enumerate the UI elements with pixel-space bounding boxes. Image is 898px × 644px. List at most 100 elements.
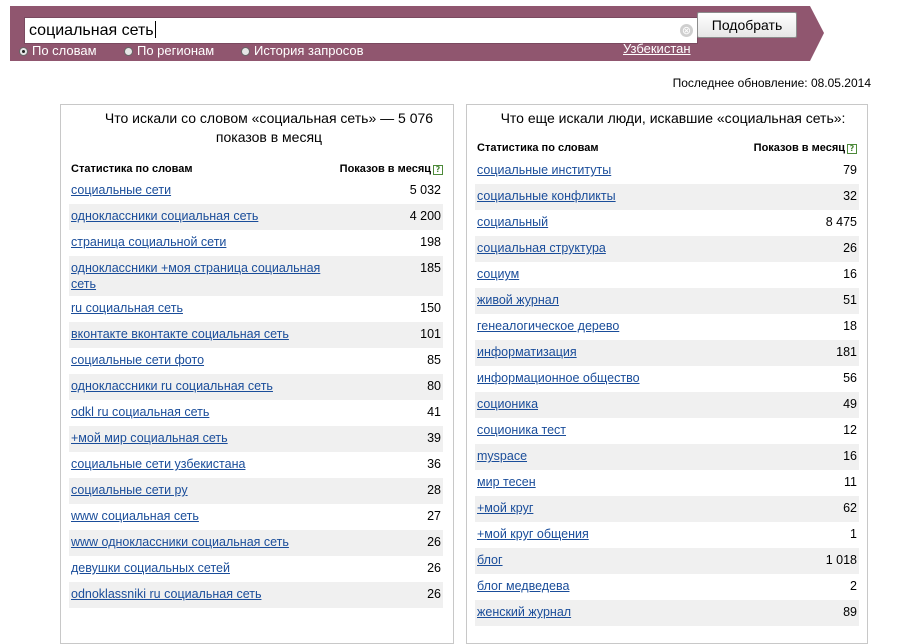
phrase-link[interactable]: блог	[477, 553, 503, 567]
impressions-count: 56	[843, 371, 857, 385]
text-caret	[154, 21, 156, 38]
radio-query-history[interactable]: История запросов	[241, 43, 364, 58]
table-row: www социальная сеть 27	[69, 504, 443, 530]
related-queries-table: социальные институты 79 социальные конфлик…	[475, 158, 859, 626]
impressions-count: 51	[843, 293, 857, 307]
phrase-link[interactable]: одноклассники ru социальная сеть	[71, 379, 273, 393]
submit-button[interactable]: Подобрать	[697, 12, 797, 38]
table-row: генеалогическое дерево 18	[475, 314, 859, 340]
phrase-link[interactable]: социальные сети	[71, 183, 171, 197]
phrase-link[interactable]: социальные институты	[477, 163, 611, 177]
phrase-link[interactable]: одноклассники +моя страница социальная с…	[71, 260, 341, 292]
impressions-count: 89	[843, 605, 857, 619]
impressions-count: 26	[427, 535, 441, 549]
impressions-count: 85	[427, 353, 441, 367]
table-row: соционика 49	[475, 392, 859, 418]
phrase-link[interactable]: соционика тест	[477, 423, 566, 437]
impressions-count: 16	[843, 449, 857, 463]
phrase-link[interactable]: +мой круг общения	[477, 527, 589, 541]
table-row: +мой круг общения 1	[475, 522, 859, 548]
last-update: Последнее обновление: 08.05.2014	[672, 76, 871, 90]
impressions-count: 26	[427, 561, 441, 575]
region-link[interactable]: Узбекистан	[623, 41, 691, 56]
phrase-link[interactable]: блог медведева	[477, 579, 569, 593]
impressions-count: 62	[843, 501, 857, 515]
radio-by-words[interactable]: По словам	[19, 43, 97, 58]
phrase-link[interactable]: odkl ru социальная сеть	[71, 405, 209, 419]
phrase-link[interactable]: www одноклассники социальная сеть	[71, 535, 289, 549]
impressions-count: 198	[420, 235, 441, 249]
radio-by-regions[interactable]: По регионам	[124, 43, 214, 58]
impressions-count: 18	[843, 319, 857, 333]
phrase-link[interactable]: генеалогическое дерево	[477, 319, 619, 333]
table-row: социальные сети 5 032	[69, 178, 443, 204]
panel-word-stats: Что искали со словом «социальная сеть» —…	[60, 104, 454, 644]
table-row: www одноклассники социальная сеть 26	[69, 530, 443, 556]
panel-title: Что искали со словом «социальная сеть» —…	[104, 110, 434, 145]
phrase-link[interactable]: социальные конфликты	[477, 189, 616, 203]
table-row: одноклассники ru социальная сеть 80	[69, 374, 443, 400]
phrase-link[interactable]: +мой круг	[477, 501, 533, 515]
table-row: страница социальной сети 198	[69, 230, 443, 256]
table-row: социальные институты 79	[475, 158, 859, 184]
phrase-link[interactable]: odnoklassniki ru социальная сеть	[71, 587, 261, 601]
phrase-link[interactable]: девушки социальных сетей	[71, 561, 230, 575]
phrase-link[interactable]: живой журнал	[477, 293, 559, 307]
impressions-count: 80	[427, 379, 441, 393]
column-header-phrase: Статистика по словам	[477, 142, 599, 154]
phrase-link[interactable]: www социальная сеть	[71, 509, 199, 523]
phrase-link[interactable]: +мой мир социальная сеть	[71, 431, 228, 445]
search-input[interactable]: социальная сеть ⊗	[24, 17, 698, 44]
table-row: женский журнал 89	[475, 600, 859, 626]
impressions-count: 32	[843, 189, 857, 203]
phrase-link[interactable]: социальные сети ру	[71, 483, 188, 497]
table-row: социальные сети ру 28	[69, 478, 443, 504]
phrase-link[interactable]: ru социальная сеть	[71, 301, 183, 315]
phrase-link[interactable]: мир тесен	[477, 475, 536, 489]
table-row: блог медведева 2	[475, 574, 859, 600]
table-row: социальные сети узбекистана 36	[69, 452, 443, 478]
impressions-count: 39	[427, 431, 441, 445]
impressions-count: 49	[843, 397, 857, 411]
phrase-link[interactable]: соционика	[477, 397, 538, 411]
phrase-link[interactable]: социальные сети узбекистана	[71, 457, 245, 471]
phrase-link[interactable]: социальная структура	[477, 241, 606, 255]
phrase-link[interactable]: вконтакте вконтакте социальная сеть	[71, 327, 289, 341]
phrase-link[interactable]: страница социальной сети	[71, 235, 226, 249]
impressions-count: 27	[427, 509, 441, 523]
column-header-phrase: Статистика по словам	[71, 163, 193, 175]
impressions-count: 16	[843, 267, 857, 281]
impressions-count: 41	[427, 405, 441, 419]
table-row: социальный 8 475	[475, 210, 859, 236]
phrase-link[interactable]: информационное общество	[477, 371, 640, 385]
table-row: одноклассники социальная сеть 4 200	[69, 204, 443, 230]
search-bar-arrow	[810, 6, 824, 61]
table-row: +мой мир социальная сеть 39	[69, 426, 443, 452]
phrase-link[interactable]: женский журнал	[477, 605, 571, 619]
phrase-link[interactable]: социальные сети фото	[71, 353, 204, 367]
impressions-count: 79	[843, 163, 857, 177]
impressions-count: 28	[427, 483, 441, 497]
table-row: +мой круг 62	[475, 496, 859, 522]
impressions-count: 36	[427, 457, 441, 471]
phrase-link[interactable]: информатизация	[477, 345, 577, 359]
table-row: социальная структура 26	[475, 236, 859, 262]
impressions-count: 11	[844, 475, 857, 489]
impressions-count: 1 018	[825, 553, 857, 567]
help-icon[interactable]: ?	[433, 165, 443, 175]
impressions-count: 26	[843, 241, 857, 255]
help-icon[interactable]: ?	[847, 144, 857, 154]
table-row: одноклассники +моя страница социальная с…	[69, 256, 443, 296]
table-row: социум 16	[475, 262, 859, 288]
clear-icon[interactable]: ⊗	[680, 24, 693, 37]
impressions-count: 26	[427, 587, 441, 601]
phrase-link[interactable]: социум	[477, 267, 519, 281]
impressions-count: 181	[836, 345, 857, 359]
phrase-link[interactable]: социальный	[477, 215, 548, 229]
table-row: myspace 16	[475, 444, 859, 470]
table-row: информационное общество 56	[475, 366, 859, 392]
column-header-count: Показов в месяц?	[754, 142, 857, 154]
phrase-link[interactable]: myspace	[477, 449, 527, 463]
impressions-count: 185	[420, 261, 441, 275]
phrase-link[interactable]: одноклассники социальная сеть	[71, 209, 258, 223]
